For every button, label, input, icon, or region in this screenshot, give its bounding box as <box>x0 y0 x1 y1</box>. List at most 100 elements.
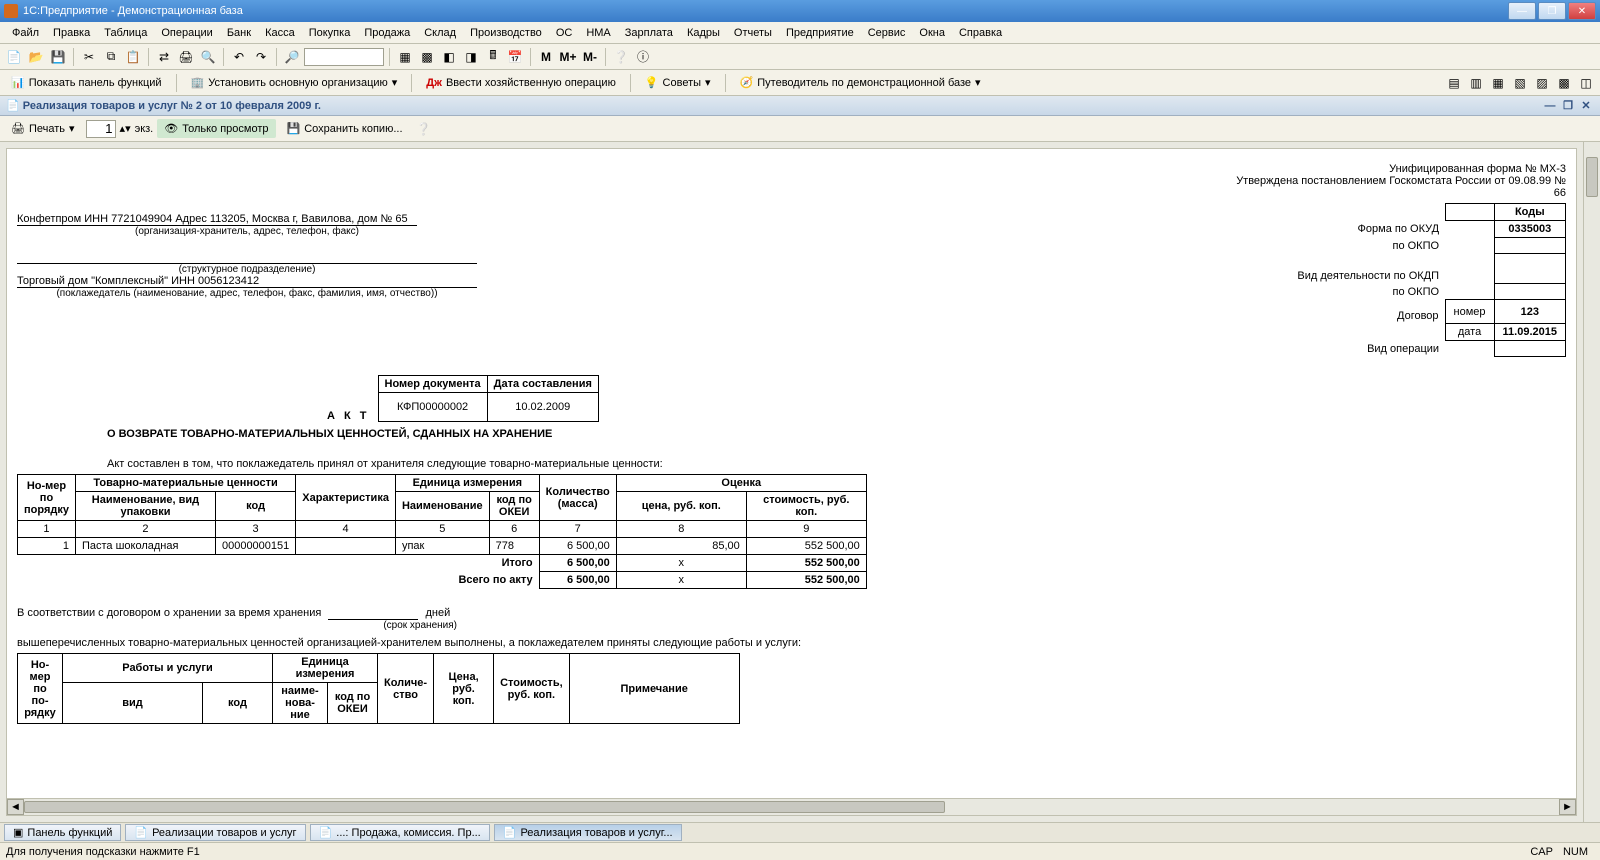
after-text-1: В соответствии с договором о хранении за… <box>17 607 321 619</box>
menu-help[interactable]: Справка <box>953 25 1008 41</box>
help-doc-icon[interactable]: ❔ <box>414 119 434 139</box>
compare-icon[interactable]: ⇄ <box>154 47 174 67</box>
tool-d-icon[interactable]: ◨ <box>461 47 481 67</box>
mminus-icon[interactable]: M- <box>580 47 600 67</box>
menu-file[interactable]: Файл <box>6 25 45 41</box>
save-copy-button[interactable]: 💾Сохранить копию... <box>280 119 410 138</box>
advice-button[interactable]: 💡Советы▾ <box>638 73 718 92</box>
status-num: NUM <box>1563 846 1588 858</box>
preamble: Акт составлен в том, что поклажедатель п… <box>107 458 1566 470</box>
depositor-line: Торговый дом "Комплексный" ИНН 005612341… <box>17 275 477 288</box>
menu-table[interactable]: Таблица <box>98 25 153 41</box>
taskbar: ▣Панель функций 📄Реализации товаров и ус… <box>0 822 1600 842</box>
task-list[interactable]: 📄Реализации товаров и услуг <box>125 824 305 841</box>
copy-icon[interactable]: ⧉ <box>101 47 121 67</box>
struct-sub: (структурное подразделение) <box>17 264 477 275</box>
menu-enterprise[interactable]: Предприятие <box>780 25 860 41</box>
document-viewport: Конфетпром ИНН 7721049904 Адрес 113205, … <box>0 142 1600 822</box>
calc-icon[interactable]: 🖩 <box>483 47 503 67</box>
task-sale[interactable]: 📄...: Продажа, комиссия. Пр... <box>310 824 490 841</box>
app-icon <box>4 4 18 18</box>
org-sub: (организация-хранитель, адрес, телефон, … <box>17 226 477 237</box>
m-icon[interactable]: M <box>536 47 556 67</box>
document-toolbar: 🖨Печать▾ ▴▾ экз. 👁Только просмотр 💾Сохра… <box>0 116 1600 142</box>
open-icon[interactable]: 📂 <box>26 47 46 67</box>
menu-hr[interactable]: Кадры <box>681 25 726 41</box>
act-table: Номер документаДата составления КФП00000… <box>378 375 599 422</box>
menu-reports[interactable]: Отчеты <box>728 25 778 41</box>
view-only-button[interactable]: 👁Только просмотр <box>157 119 275 138</box>
panel-icon-1[interactable]: ▤ <box>1444 73 1464 93</box>
codes-table: Коды Форма по ОКУД0335003 по ОКПО Вид де… <box>1289 203 1566 357</box>
form-header-1: Унифицированная форма № МХ-3 <box>1226 163 1566 175</box>
paste-icon[interactable]: 📋 <box>123 47 143 67</box>
undo-icon[interactable]: ↶ <box>229 47 249 67</box>
minimize-button[interactable]: — <box>1508 2 1536 20</box>
redo-icon[interactable]: ↷ <box>251 47 271 67</box>
act-label: А К Т <box>327 410 370 422</box>
copies-input[interactable] <box>86 120 116 138</box>
task-panel[interactable]: ▣Панель функций <box>4 824 121 841</box>
guide-button[interactable]: 🧭Путеводитель по демонстрационной базе▾ <box>733 73 988 92</box>
search-icon[interactable]: 🔎 <box>282 47 302 67</box>
cut-icon[interactable]: ✂ <box>79 47 99 67</box>
panel-icon-2[interactable]: ▥ <box>1466 73 1486 93</box>
menu-salary[interactable]: Зарплата <box>619 25 679 41</box>
calendar-icon[interactable]: 📅 <box>505 47 525 67</box>
titlebar: 1С:Предприятие - Демонстрационная база —… <box>0 0 1600 22</box>
enter-op-button[interactable]: ДжВвести хозяйственную операцию <box>419 74 623 92</box>
document-header: 📄 Реализация товаров и услуг № 2 от 10 ф… <box>0 96 1600 116</box>
depositor-sub: (поклажедатель (наименование, адрес, тел… <box>17 288 477 299</box>
menu-nma[interactable]: НМА <box>580 25 616 41</box>
print-icon[interactable]: 🖨 <box>176 47 196 67</box>
table-row: 1 Паста шоколадная 00000000151 упак 778 … <box>18 538 867 555</box>
copies-label: экз. <box>135 123 154 135</box>
menu-operations[interactable]: Операции <box>155 25 218 41</box>
new-icon[interactable]: 📄 <box>4 47 24 67</box>
panel-icon-5[interactable]: ▨ <box>1532 73 1552 93</box>
tool-c-icon[interactable]: ◧ <box>439 47 459 67</box>
panel-icon-6[interactable]: ▩ <box>1554 73 1574 93</box>
menu-bank[interactable]: Банк <box>221 25 257 41</box>
document-page: Конфетпром ИНН 7721049904 Адрес 113205, … <box>6 148 1577 816</box>
print-button[interactable]: 🖨Печать▾ <box>4 119 82 138</box>
doc-close-button[interactable]: ✕ <box>1578 99 1594 113</box>
info-icon[interactable]: ⓘ <box>633 47 653 67</box>
document-title: Реализация товаров и услуг № 2 от 10 фев… <box>23 100 321 112</box>
maximize-button[interactable]: ❐ <box>1538 2 1566 20</box>
menu-cash[interactable]: Касса <box>259 25 301 41</box>
menu-sale[interactable]: Продажа <box>358 25 416 41</box>
menu-purchase[interactable]: Покупка <box>303 25 357 41</box>
services-table: Но-мер по по-рядку Работы и услуги Едини… <box>17 653 740 724</box>
close-button[interactable]: ✕ <box>1568 2 1596 20</box>
menu-production[interactable]: Производство <box>464 25 548 41</box>
vertical-scrollbar[interactable] <box>1583 142 1600 822</box>
status-cap: CAP <box>1530 846 1553 858</box>
org-line: Конфетпром ИНН 7721049904 Адрес 113205, … <box>17 213 417 226</box>
tool-a-icon[interactable]: ▦ <box>395 47 415 67</box>
menu-os[interactable]: ОС <box>550 25 579 41</box>
panel-icon-3[interactable]: ▦ <box>1488 73 1508 93</box>
horizontal-scrollbar[interactable]: ◄► <box>7 798 1576 815</box>
menu-edit[interactable]: Правка <box>47 25 96 41</box>
set-org-button[interactable]: 🏢Установить основную организацию▾ <box>184 73 405 92</box>
task-doc[interactable]: 📄Реализация товаров и услуг... <box>494 824 682 841</box>
help-icon[interactable]: ❔ <box>611 47 631 67</box>
panel-icon-4[interactable]: ▧ <box>1510 73 1530 93</box>
menu-service[interactable]: Сервис <box>862 25 912 41</box>
mplus-icon[interactable]: M+ <box>558 47 578 67</box>
preview-icon[interactable]: 🔍 <box>198 47 218 67</box>
menu-warehouse[interactable]: Склад <box>418 25 462 41</box>
tool-b-icon[interactable]: ▩ <box>417 47 437 67</box>
menu-windows[interactable]: Окна <box>913 25 951 41</box>
doc-restore-button[interactable]: ❐ <box>1560 99 1576 113</box>
doc-minimize-button[interactable]: — <box>1542 99 1558 113</box>
form-header-2: Утверждена постановлением Госкомстата Ро… <box>1226 175 1566 199</box>
secondary-toolbar: 📊Показать панель функций 🏢Установить осн… <box>0 70 1600 96</box>
after-text-2: вышеперечисленных товарно-материальных ц… <box>17 637 1566 649</box>
save-icon[interactable]: 💾 <box>48 47 68 67</box>
search-input[interactable] <box>304 48 384 66</box>
panel-icon-7[interactable]: ◫ <box>1576 73 1596 93</box>
show-panel-button[interactable]: 📊Показать панель функций <box>4 73 169 92</box>
main-items-table: Но-мер по порядку Товарно-материальные ц… <box>17 474 867 589</box>
